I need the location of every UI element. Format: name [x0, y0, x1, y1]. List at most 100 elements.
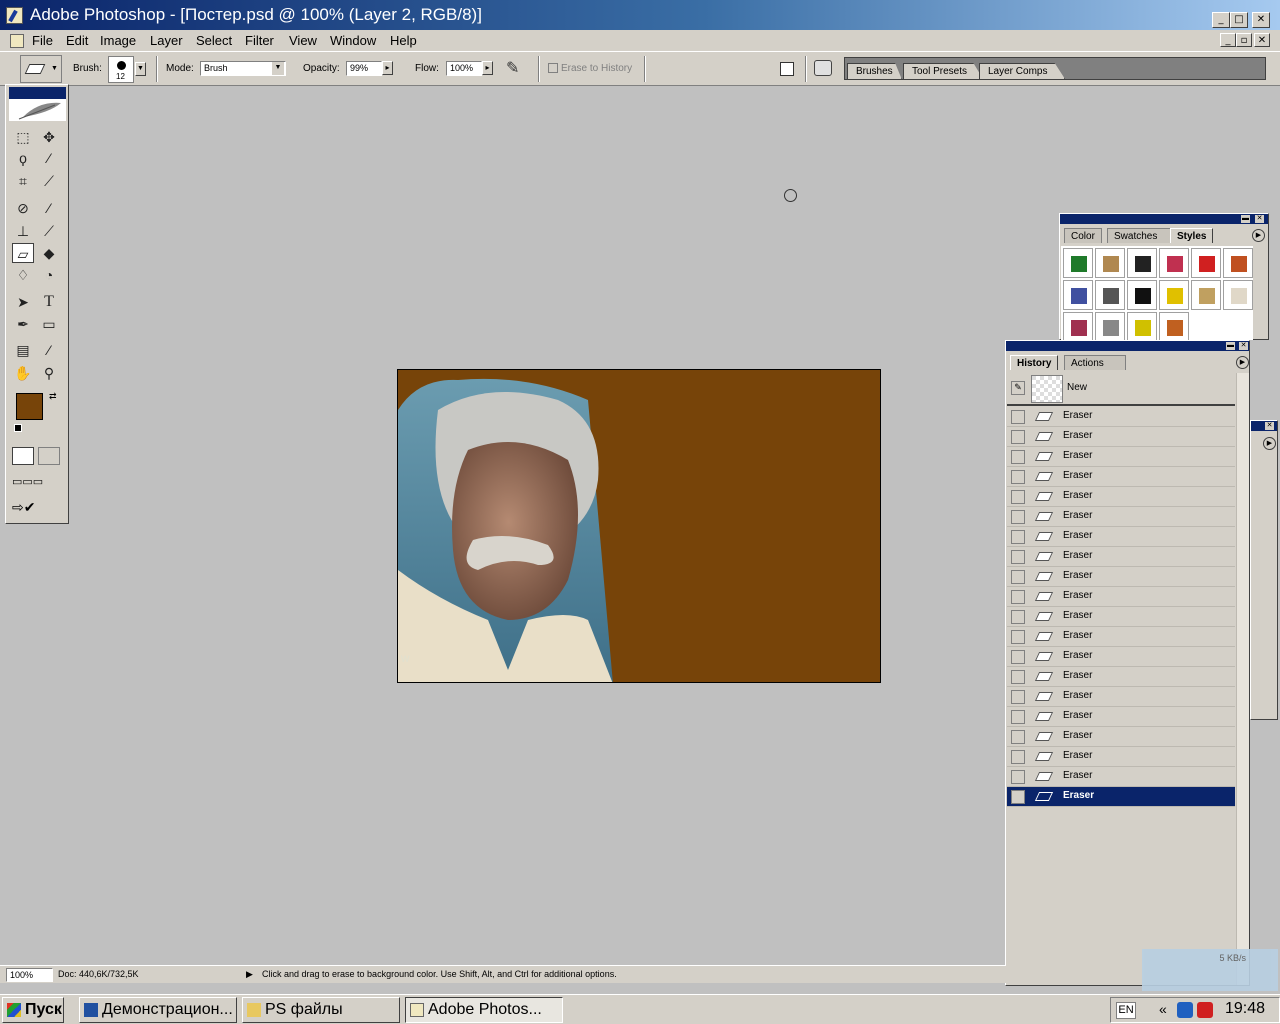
foreground-color-swatch[interactable]: [16, 393, 43, 420]
menu-view[interactable]: View: [289, 33, 317, 48]
tool-preset-picker[interactable]: ▼: [20, 55, 62, 83]
healing-brush-tool-icon[interactable]: ⊘: [12, 198, 34, 218]
style-swatch[interactable]: [1159, 280, 1189, 310]
history-state[interactable]: Eraser: [1007, 767, 1235, 787]
network-icon[interactable]: [1177, 1002, 1193, 1018]
standard-mode-icon[interactable]: [12, 447, 34, 465]
taskbar-button-folder[interactable]: PS файлы: [242, 997, 400, 1023]
history-source-checkbox[interactable]: [1011, 610, 1025, 624]
history-source-checkbox[interactable]: [1011, 410, 1025, 424]
document-icon[interactable]: [10, 34, 24, 48]
tab-history[interactable]: History: [1010, 355, 1059, 370]
style-swatch[interactable]: [1191, 248, 1221, 278]
airbrush-icon[interactable]: ✎: [506, 58, 519, 78]
slice-tool-icon[interactable]: ⟋: [38, 171, 60, 191]
history-state[interactable]: Eraser: [1007, 487, 1235, 507]
style-swatch[interactable]: [1159, 248, 1189, 278]
history-source-checkbox[interactable]: [1011, 470, 1025, 484]
history-source-checkbox[interactable]: [1011, 450, 1025, 464]
palette-header[interactable]: [1060, 214, 1268, 224]
history-state[interactable]: Eraser: [1007, 427, 1235, 447]
antivirus-icon[interactable]: [1197, 1002, 1213, 1018]
history-state[interactable]: Eraser: [1007, 707, 1235, 727]
history-state[interactable]: Eraser: [1007, 587, 1235, 607]
title-bar[interactable]: Adobe Photoshop - [Постер.psd @ 100% (La…: [0, 0, 1280, 30]
style-swatch[interactable]: [1223, 248, 1253, 278]
history-source-checkbox[interactable]: [1011, 530, 1025, 544]
history-state[interactable]: Eraser: [1007, 567, 1235, 587]
brush-picker[interactable]: 12: [108, 56, 134, 83]
history-state[interactable]: Eraser: [1007, 527, 1235, 547]
style-swatch[interactable]: [1159, 312, 1189, 342]
history-source-checkbox[interactable]: [1011, 670, 1025, 684]
jump-to-imageready-icon[interactable]: ⇨✔: [12, 499, 60, 517]
history-state[interactable]: Eraser: [1007, 687, 1235, 707]
history-state[interactable]: Eraser: [1007, 507, 1235, 527]
eraser-tool-icon[interactable]: ▱: [12, 243, 34, 263]
menu-select[interactable]: Select: [196, 33, 232, 48]
history-state[interactable]: Eraser: [1007, 787, 1235, 807]
shape-tool-icon[interactable]: ▭: [38, 314, 60, 334]
doc-close-button[interactable]: ✕: [1254, 33, 1270, 47]
eyedropper-tool-icon[interactable]: ⁄: [38, 340, 60, 360]
menu-edit[interactable]: Edit: [66, 33, 88, 48]
history-state[interactable]: Eraser: [1007, 647, 1235, 667]
palette-dock-icon[interactable]: [814, 60, 832, 76]
history-state[interactable]: Eraser: [1007, 627, 1235, 647]
style-swatch[interactable]: [1095, 248, 1125, 278]
taskbar-button-photoshop[interactable]: Adobe Photos...: [405, 997, 563, 1023]
style-swatch[interactable]: [1127, 248, 1157, 278]
zoom-field[interactable]: 100%: [6, 968, 53, 982]
history-source-checkbox[interactable]: [1011, 570, 1025, 584]
history-source-checkbox[interactable]: [1011, 710, 1025, 724]
blur-tool-icon[interactable]: ♢: [12, 265, 34, 285]
opacity-slider-button[interactable]: ▸: [382, 61, 393, 75]
palette-menu-button[interactable]: ▶: [1252, 229, 1265, 242]
dodge-tool-icon[interactable]: ◔: [38, 265, 60, 285]
history-state[interactable]: Eraser: [1007, 447, 1235, 467]
history-state[interactable]: Eraser: [1007, 727, 1235, 747]
swap-colors-icon[interactable]: ⇄: [49, 391, 57, 402]
history-source-checkbox[interactable]: [1011, 590, 1025, 604]
magic-wand-tool-icon[interactable]: ⁄: [38, 148, 60, 168]
history-source-checkbox[interactable]: [1011, 550, 1025, 564]
close-button[interactable]: ✕: [1252, 12, 1270, 28]
history-state[interactable]: Eraser: [1007, 667, 1235, 687]
palette-menu-button[interactable]: ▶: [1263, 437, 1276, 450]
palette-minimize-button[interactable]: ▬: [1226, 342, 1235, 350]
flow-slider-button[interactable]: ▸: [482, 61, 493, 75]
tab-tool-presets[interactable]: Tool Presets: [903, 63, 983, 79]
brush-tool-icon[interactable]: ⁄: [38, 198, 60, 218]
style-swatch[interactable]: [1063, 280, 1093, 310]
type-tool-icon[interactable]: T: [38, 292, 60, 312]
mode-select[interactable]: Brush ▼: [200, 61, 286, 76]
palette-minimize-button[interactable]: ▬: [1241, 215, 1250, 223]
doc-restore-button[interactable]: ▫: [1236, 33, 1252, 47]
file-browser-icon[interactable]: [780, 62, 794, 76]
style-swatch[interactable]: [1127, 312, 1157, 342]
quick-mask-mode-icon[interactable]: [38, 447, 60, 465]
hand-tool-icon[interactable]: ✋: [12, 363, 34, 383]
menu-file[interactable]: File: [32, 33, 53, 48]
flow-input[interactable]: 100%: [446, 61, 482, 76]
document-canvas[interactable]: W: [397, 369, 881, 683]
history-snapshot[interactable]: ✎ New: [1007, 373, 1235, 406]
tab-layer-comps[interactable]: Layer Comps: [979, 63, 1065, 79]
palette-header[interactable]: [1006, 341, 1249, 351]
history-source-checkbox[interactable]: [1011, 430, 1025, 444]
move-tool-icon[interactable]: ✥: [38, 127, 60, 147]
history-source-checkbox[interactable]: [1011, 790, 1025, 804]
paint-bucket-tool-icon[interactable]: ◆: [38, 243, 60, 263]
palette-close-button[interactable]: ✕: [1239, 342, 1248, 350]
language-indicator[interactable]: EN: [1116, 1002, 1136, 1019]
menu-image[interactable]: Image: [100, 33, 136, 48]
history-source-checkbox[interactable]: [1011, 510, 1025, 524]
palette-close-button[interactable]: ✕: [1265, 422, 1274, 430]
erase-to-history-checkbox[interactable]: [548, 63, 558, 73]
history-scrollbar[interactable]: [1236, 373, 1249, 985]
clone-stamp-tool-icon[interactable]: ⊥: [12, 221, 34, 241]
history-state[interactable]: Eraser: [1007, 407, 1235, 427]
default-colors-icon[interactable]: [14, 424, 22, 432]
doc-minimize-button[interactable]: _: [1220, 33, 1236, 47]
notes-tool-icon[interactable]: ▤: [12, 340, 34, 360]
